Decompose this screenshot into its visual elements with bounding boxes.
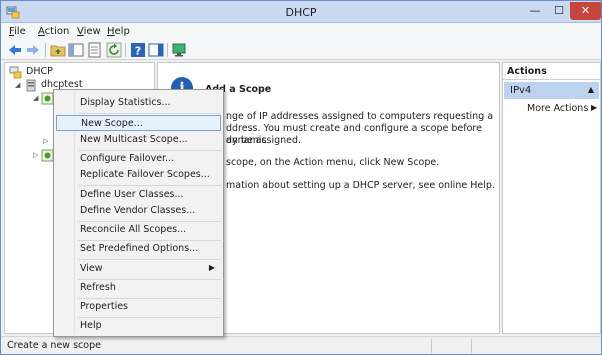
collapse-triangle-icon[interactable]: ◢ <box>33 94 38 102</box>
menu-view[interactable]: View <box>77 26 101 37</box>
back-arrow-icon[interactable] <box>7 42 23 58</box>
tree-label-dhcp: DHCP <box>26 66 53 77</box>
collapse-up-icon[interactable]: ▲ <box>588 85 594 94</box>
ctx-view[interactable]: View ▶ <box>56 261 221 277</box>
menu-file[interactable]: File <box>9 26 26 37</box>
refresh-icon[interactable] <box>106 42 122 58</box>
ctx-replicate-failover-scopes[interactable]: Replicate Failover Scopes... <box>56 167 221 183</box>
menu-bar: File Action View Help <box>1 23 601 40</box>
ctx-display-statistics[interactable]: Display Statistics... <box>56 95 221 111</box>
ctx-help[interactable]: Help <box>56 318 221 334</box>
minimize-button[interactable]: — <box>522 2 548 20</box>
center-text-line: an be assigned. <box>226 135 302 146</box>
center-text-line: nge of IP addresses assigned to computer… <box>226 111 494 122</box>
ctx-new-scope[interactable]: New Scope... <box>56 115 221 131</box>
close-button[interactable]: ✕ <box>570 2 601 20</box>
expand-triangle-icon[interactable]: ▷ <box>33 151 38 159</box>
status-divider <box>471 339 472 353</box>
server-icon <box>26 79 36 92</box>
status-divider <box>431 339 432 353</box>
properties-sheet-icon[interactable] <box>87 42 103 58</box>
status-text: Create a new scope <box>7 340 101 351</box>
up-folder-icon[interactable] <box>50 42 66 58</box>
toolbar-separator <box>167 43 168 57</box>
ctx-define-vendor-classes[interactable]: Define Vendor Classes... <box>56 203 221 219</box>
toolbar-separator <box>125 43 126 57</box>
console-tree-icon[interactable] <box>68 42 84 58</box>
ctx-define-user-classes[interactable]: Define User Classes... <box>56 187 221 203</box>
submenu-arrow-icon: ▶ <box>208 263 215 272</box>
expand-triangle-icon[interactable]: ▷ <box>43 137 48 145</box>
status-bar: Create a new scope <box>1 336 601 354</box>
context-menu-separator <box>78 185 221 186</box>
menu-action[interactable]: Action <box>38 26 69 37</box>
svg-text:?: ? <box>135 45 141 58</box>
center-text-line: mation about setting up a DHCP server, s… <box>226 180 495 191</box>
ctx-configure-failover[interactable]: Configure Failover... <box>56 151 221 167</box>
title-bar[interactable]: DHCP — ☐ ✕ <box>1 1 601 23</box>
ctx-new-multicast-scope[interactable]: New Multicast Scope... <box>56 132 221 148</box>
context-menu: Display Statistics... New Scope... New M… <box>53 89 224 337</box>
forward-arrow-icon[interactable] <box>25 42 41 58</box>
window-title: DHCP <box>285 6 317 19</box>
ctx-refresh[interactable]: Refresh <box>56 280 221 296</box>
center-text-line: scope, on the Action menu, click New Sco… <box>226 157 440 168</box>
menu-help[interactable]: Help <box>107 26 130 37</box>
actions-section-label: IPv4 <box>510 85 532 96</box>
context-menu-separator <box>78 113 221 114</box>
ctx-set-predefined-options[interactable]: Set Predefined Options... <box>56 241 221 257</box>
context-menu-separator <box>78 259 221 260</box>
more-actions-item[interactable]: More Actions <box>527 103 588 114</box>
monitor-icon[interactable] <box>171 42 187 58</box>
collapse-triangle-icon[interactable]: ◢ <box>15 81 20 89</box>
actions-pane: Actions IPv4 ▲ More Actions ▶ <box>502 62 601 334</box>
ctx-reconcile-all-scopes[interactable]: Reconcile All Scopes... <box>56 222 221 238</box>
toolbar-separator <box>45 43 46 57</box>
show-hide-action-pane-icon[interactable] <box>148 42 164 58</box>
maximize-button[interactable]: ☐ <box>548 2 570 20</box>
dhcp-root-icon <box>9 66 22 79</box>
ctx-properties[interactable]: Properties <box>56 299 221 315</box>
actions-section-ipv4[interactable]: IPv4 ▲ <box>504 82 599 99</box>
help-icon[interactable]: ? <box>130 42 146 58</box>
submenu-arrow-icon: ▶ <box>591 103 598 112</box>
actions-header: Actions <box>503 63 600 80</box>
toolbar: ? <box>1 40 601 60</box>
